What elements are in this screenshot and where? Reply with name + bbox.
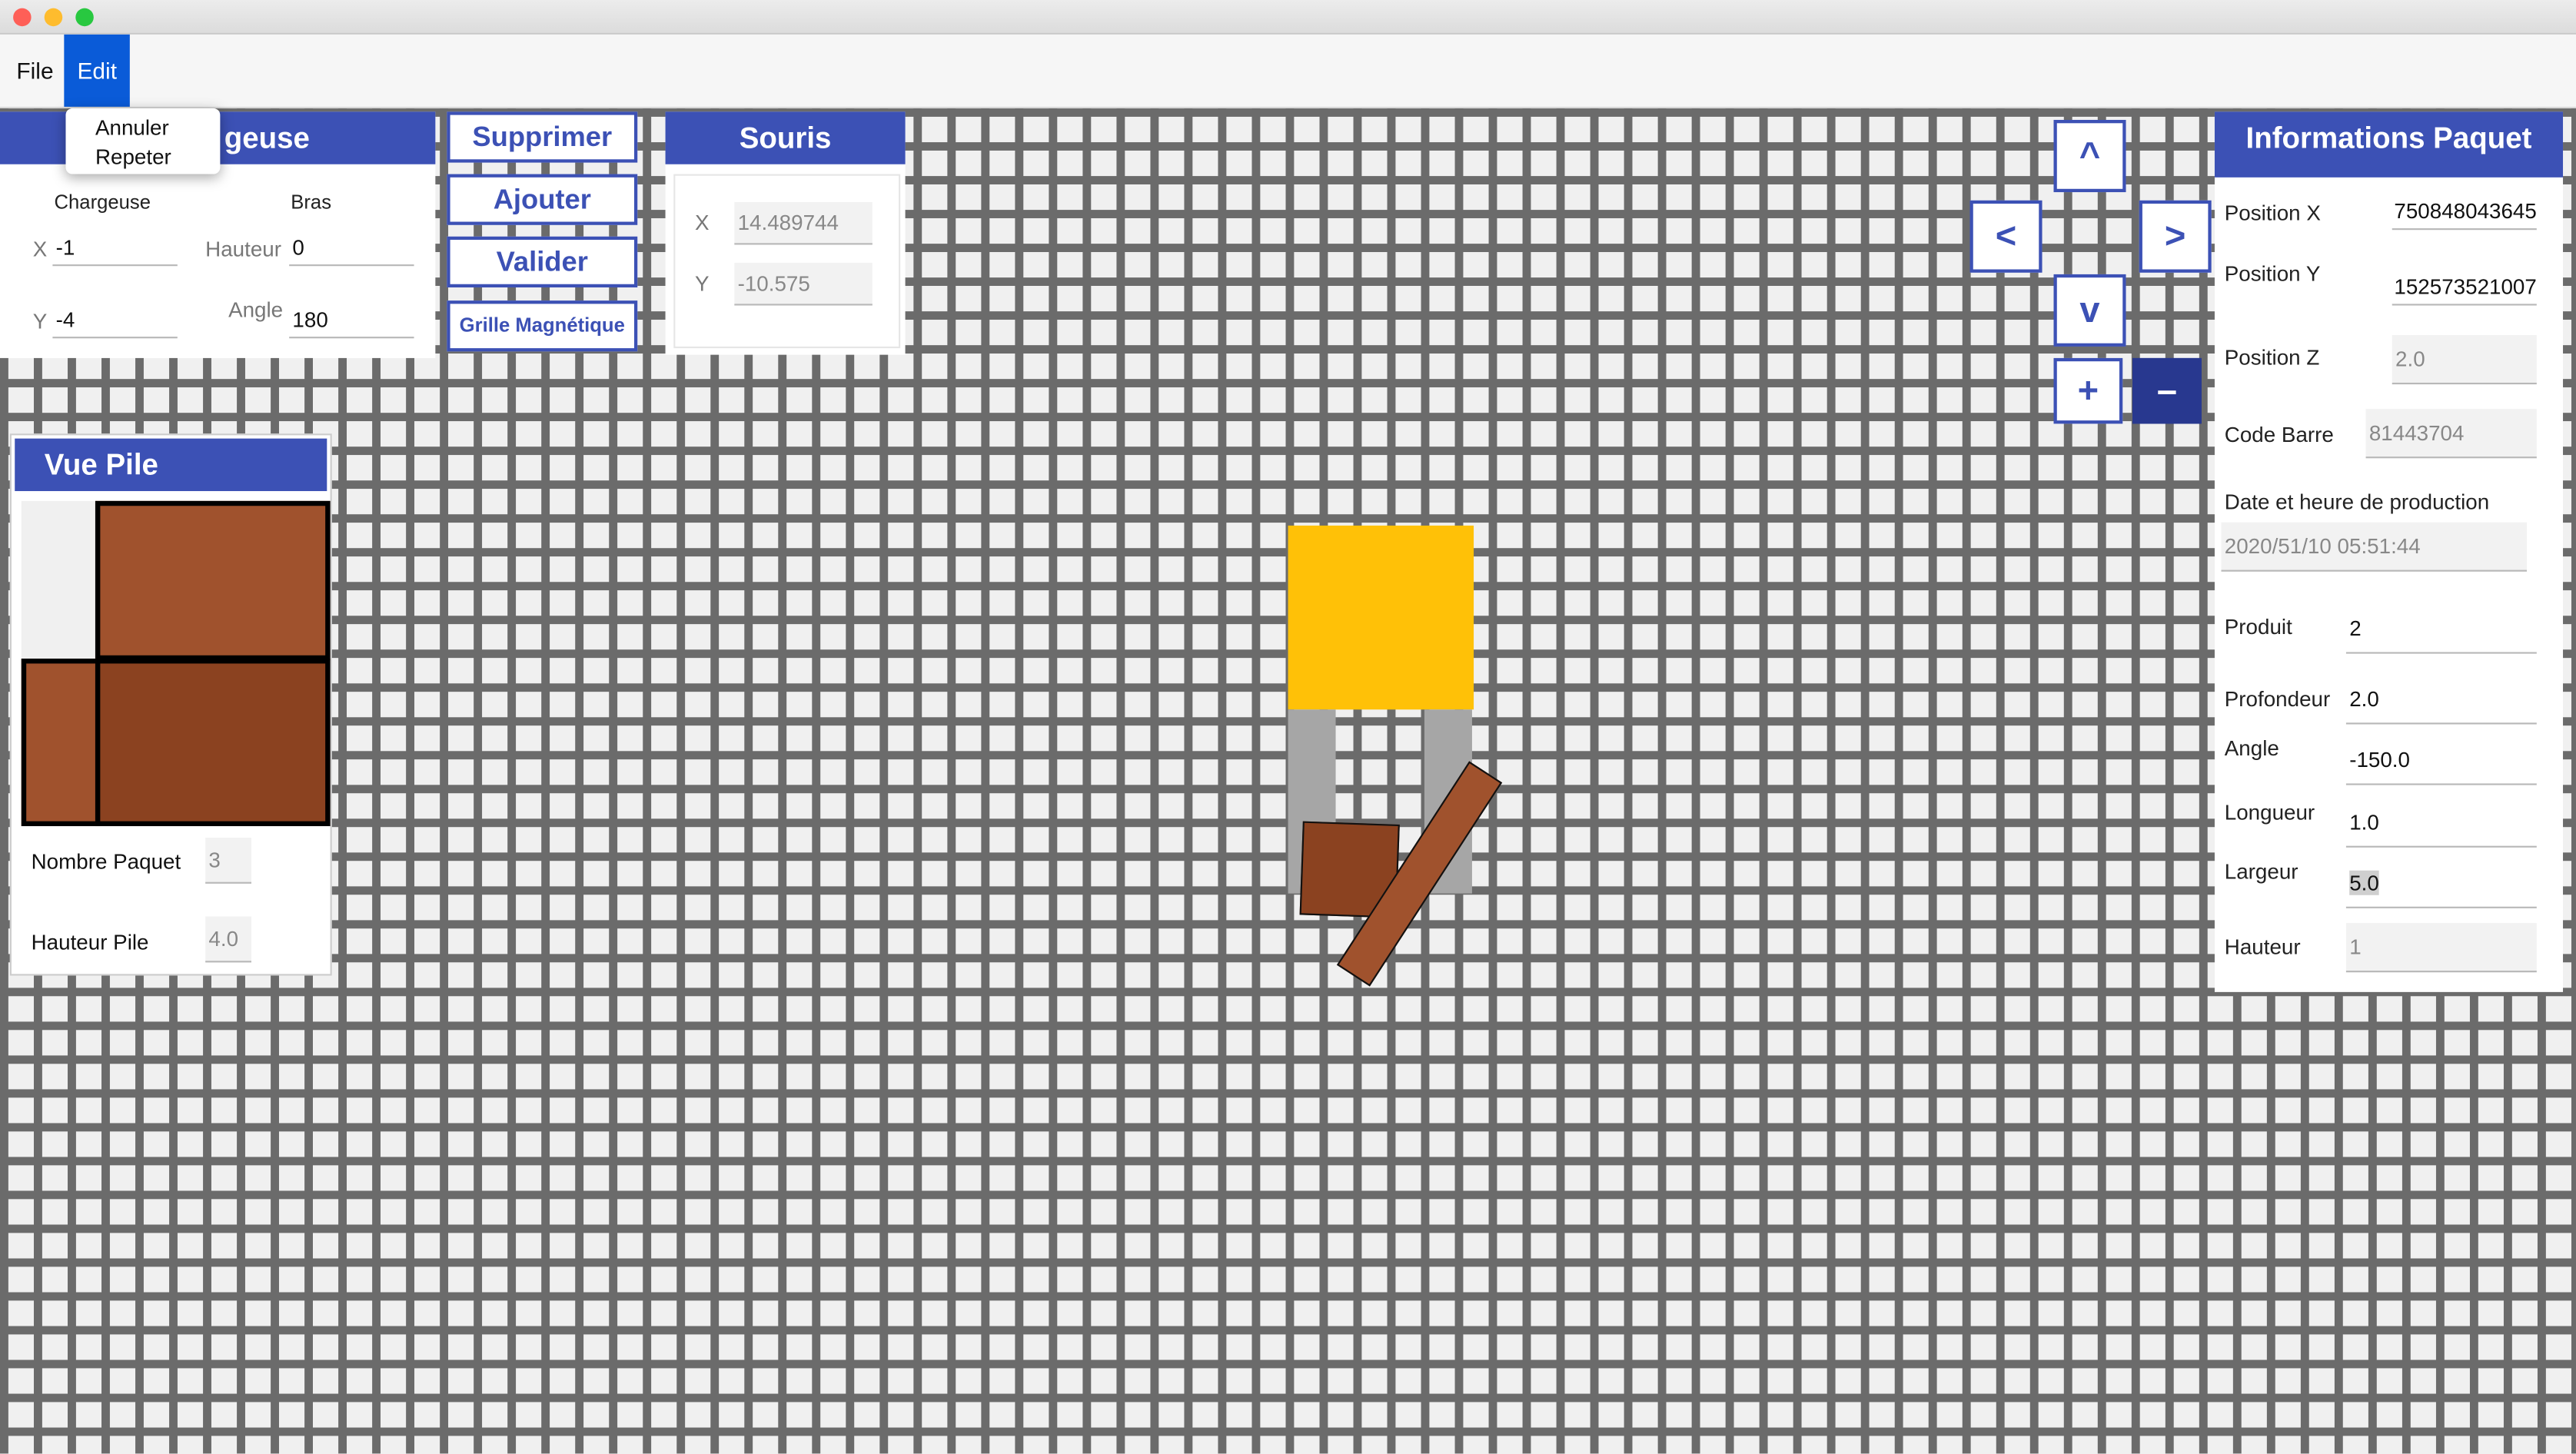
bras-hauteur-field[interactable]: 0: [289, 230, 414, 267]
date-production-field: 2020/51/10 05:51:44: [2221, 522, 2528, 572]
y-label: Y: [32, 308, 48, 334]
angle-label: Angle: [228, 297, 284, 322]
zoom-out-button[interactable]: –: [2132, 357, 2202, 424]
menu-bar: File Edit: [0, 34, 2576, 109]
pile-package-bottom-left: [21, 659, 101, 827]
code-barre-label: Code Barre: [2224, 422, 2334, 447]
window-titlebar: [0, 0, 2576, 35]
position-x-label: Position X: [2224, 200, 2321, 225]
column-bras-label: Bras: [291, 190, 332, 214]
largeur-field[interactable]: 5.0: [2345, 862, 2537, 908]
informations-paquet-title: Informations Paquet: [2214, 111, 2564, 178]
hauteur-pile-field: 4.0: [205, 916, 251, 963]
position-y-label: Position Y: [2224, 261, 2321, 286]
pan-up-button[interactable]: ^: [2053, 120, 2126, 193]
zoom-window-icon[interactable]: [75, 8, 94, 27]
vue-pile-panel: Vue Pile Nombre Paquet 3 Hauteur Pile 4.…: [9, 433, 332, 976]
profondeur-field[interactable]: 2.0: [2345, 679, 2537, 725]
souris-inner-frame: [673, 174, 901, 349]
largeur-selected-value: 5.0: [2349, 870, 2379, 895]
ajouter-button[interactable]: Ajouter: [447, 174, 638, 225]
hauteur-field: 1: [2345, 923, 2537, 973]
informations-paquet-panel: Informations Paquet Position X 750848043…: [2214, 111, 2564, 992]
minimize-window-icon[interactable]: [44, 8, 63, 27]
souris-y-field: -10.575: [734, 262, 873, 306]
angle-label: Angle: [2224, 735, 2279, 761]
hauteur-pile-label: Hauteur Pile: [31, 929, 149, 954]
souris-x-field: 14.489744: [734, 201, 873, 245]
date-production-label: Date et heure de production: [2224, 489, 2490, 514]
souris-panel: Souris X 14.489744 Y -10.575: [665, 111, 906, 355]
valider-button[interactable]: Valider: [447, 236, 638, 288]
column-chargeuse-label: Chargeuse: [54, 190, 151, 214]
souris-panel-title: Souris: [665, 111, 906, 164]
zoom-in-button[interactable]: +: [2053, 357, 2123, 424]
grille-magnetique-button[interactable]: Grille Magnétique: [447, 300, 638, 352]
pan-right-button[interactable]: >: [2139, 200, 2212, 273]
profondeur-label: Profondeur: [2224, 686, 2331, 712]
bras-angle-field[interactable]: 180: [289, 302, 414, 339]
menu-item-repeter[interactable]: Repeter: [95, 144, 171, 169]
nombre-paquet-label: Nombre Paquet: [31, 848, 181, 874]
edit-dropdown-menu: Annuler Repeter: [65, 108, 221, 174]
longueur-label: Longueur: [2224, 799, 2315, 825]
hauteur-label: Hauteur: [205, 236, 281, 261]
pile-view-canvas: [21, 500, 331, 827]
nombre-paquet-field: 3: [205, 837, 251, 884]
produit-field[interactable]: 2: [2345, 608, 2537, 654]
souris-x-label: X: [695, 210, 710, 235]
position-z-label: Position Z: [2224, 344, 2320, 370]
menu-file[interactable]: File: [3, 35, 66, 107]
produit-label: Produit: [2224, 614, 2292, 639]
largeur-label: Largeur: [2224, 858, 2298, 884]
pan-down-button[interactable]: v: [2053, 274, 2126, 347]
menu-edit[interactable]: Edit: [64, 34, 130, 107]
pan-left-button[interactable]: <: [1969, 200, 2043, 273]
pile-package-bottom-right: [95, 659, 331, 827]
vue-pile-title: Vue Pile: [15, 438, 327, 492]
code-barre-field: 81443704: [2365, 409, 2537, 459]
chargeuse-x-field[interactable]: -1: [52, 230, 178, 267]
hauteur-label: Hauteur: [2224, 934, 2301, 960]
souris-y-label: Y: [695, 271, 710, 296]
longueur-field[interactable]: 1.0: [2345, 802, 2537, 848]
position-y-field[interactable]: 152573521007: [2392, 270, 2537, 306]
position-x-field[interactable]: 750848043645: [2392, 194, 2537, 231]
pile-package-top: [95, 500, 331, 661]
chargeuse-body[interactable]: [1288, 525, 1474, 710]
supprimer-button[interactable]: Supprimer: [447, 111, 638, 163]
angle-field[interactable]: -150.0: [2345, 739, 2537, 785]
close-window-icon[interactable]: [13, 8, 32, 27]
position-z-field: 2.0: [2392, 334, 2537, 385]
menu-item-annuler[interactable]: Annuler: [95, 115, 169, 140]
x-label: X: [32, 236, 48, 261]
chargeuse-y-field[interactable]: -4: [52, 302, 178, 339]
